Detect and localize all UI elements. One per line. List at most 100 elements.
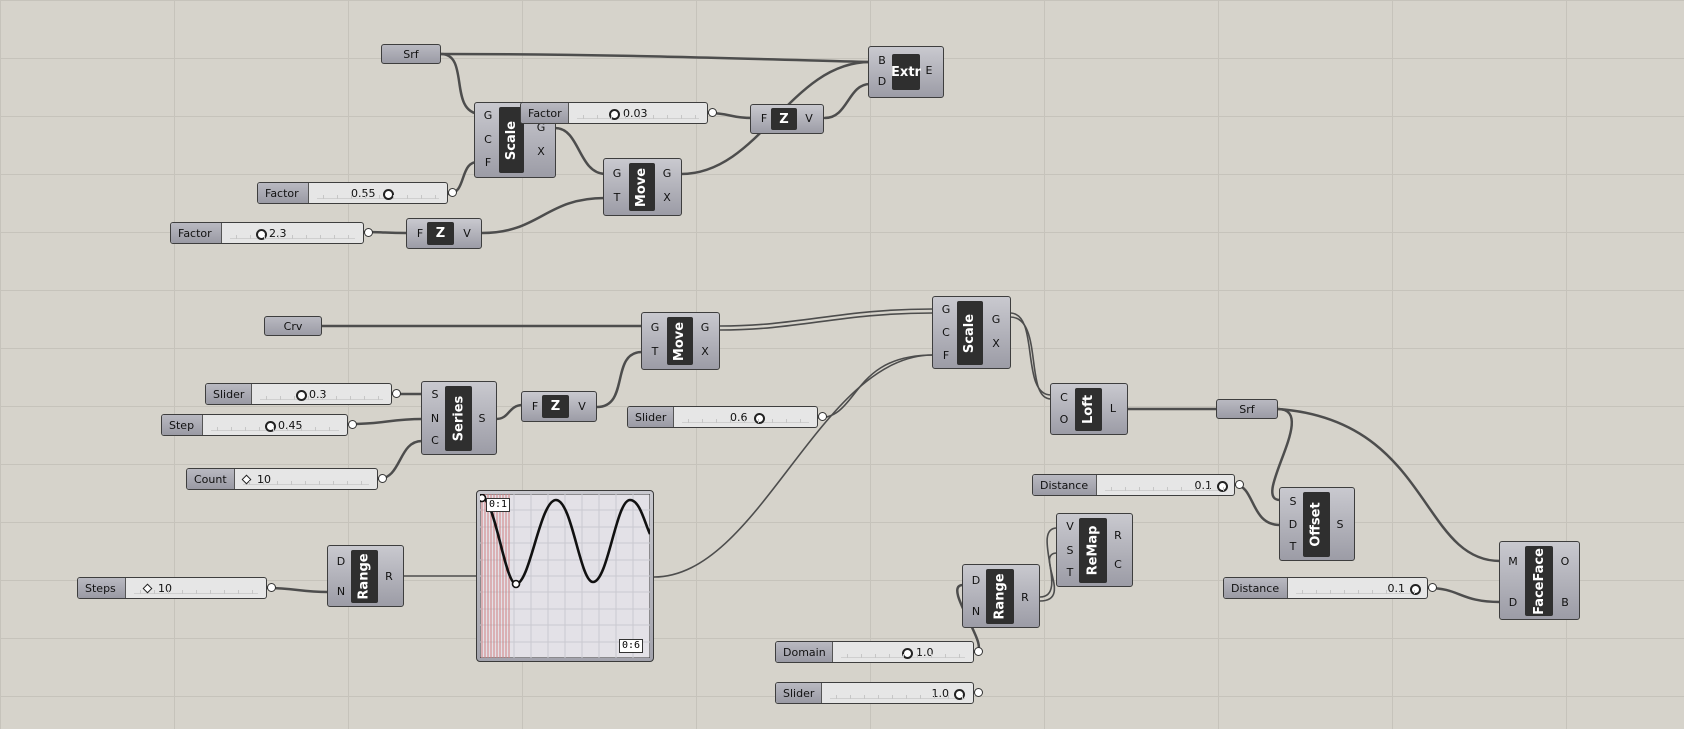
input-n: N [430,412,440,425]
slider-tick [250,235,251,239]
input-t: T [651,345,659,358]
slider-tick [364,396,365,400]
slider-knob[interactable] [954,689,965,700]
input-v: V [1066,520,1074,533]
output-b: B [1561,596,1569,609]
input-t: T [1066,566,1074,579]
crv-param[interactable]: Crv [264,316,322,336]
slider-tick [934,695,935,699]
z-title: Z [771,108,797,130]
output-grip[interactable] [1235,480,1244,489]
wire-ztop-to-extr [823,82,872,120]
slider-tick [1195,487,1196,491]
slider-tick [864,695,865,699]
output-grip[interactable] [348,420,357,429]
move-component-top[interactable]: G T Move G X [603,158,682,216]
remap-component[interactable]: V S T ReMap R C [1056,513,1133,587]
slider-03[interactable]: Slider 0.3 [205,383,401,405]
slider-label: Factor [258,183,309,203]
output-x: X [701,345,709,358]
output-grip[interactable] [267,583,276,592]
slider-tick [245,427,246,431]
slider-tick [249,481,250,485]
range-component-right[interactable]: D N Range R [962,564,1040,628]
srf-param-bottom[interactable]: Srf [1216,399,1278,419]
slider-tick [917,654,918,658]
output-r: R [1114,529,1122,542]
slider-tick [903,654,904,658]
srf-param-top[interactable]: Srf [381,44,441,64]
output-grip[interactable] [974,688,983,697]
wire-step-to-series [350,417,424,426]
slider-tick [744,419,745,423]
slider-tick [277,481,278,485]
slider-knob[interactable] [265,421,276,432]
offset-component[interactable]: S D T Offset S [1279,487,1355,561]
slider-tick [280,396,281,400]
slider-tick [758,419,759,423]
z-component-mid[interactable]: F Z V [406,218,482,249]
steps-slider[interactable]: Steps 10 [77,577,276,599]
slider-10[interactable]: Slider 1.0 [775,682,983,704]
slider-tick [292,235,293,239]
graph-mapper[interactable]: 0:1 0:6 [476,490,654,662]
slider-tick [639,115,640,119]
distance-slider-top[interactable]: Distance 0.1 [1032,474,1244,496]
slider-label: Slider [628,407,674,427]
output-c: C [1114,558,1122,571]
factor-slider-23[interactable]: Factor 2.3 [170,222,373,244]
output-grip[interactable] [1428,583,1437,592]
slider-knob[interactable] [142,583,153,594]
slider-knob[interactable] [1410,584,1421,595]
slider-tick [892,695,893,699]
step-slider[interactable]: Step 0.45 [161,414,357,436]
count-slider[interactable]: Count 10 [186,468,387,490]
domain-slider[interactable]: Domain 1.0 [775,641,983,663]
slider-tick [688,419,689,423]
extr-component[interactable]: B D Extr E [868,46,944,98]
slider-tick [421,195,422,199]
slider-knob[interactable] [754,413,765,424]
slider-knob[interactable] [256,229,267,240]
factor-slider-003[interactable]: Factor 0.03 [520,102,717,124]
slider-tick [196,590,197,594]
output-grip[interactable] [974,647,983,656]
slider-tick [393,195,394,199]
slider-tick [931,654,932,658]
output-grip[interactable] [448,188,457,197]
slider-tick [800,419,801,423]
srf-param-bottom-label: Srf [1239,402,1255,416]
output-grip[interactable] [708,108,717,117]
z-title: Z [427,222,454,245]
slider-06[interactable]: Slider 0.6 [627,406,827,428]
slider-tick [653,115,654,119]
slider-tick [611,115,612,119]
range-component-left[interactable]: D N Range R [327,545,404,607]
wire-layer [265,52,1502,654]
output-v: V [578,400,586,413]
output-grip[interactable] [818,412,827,421]
graph-plot[interactable] [480,494,650,658]
input-m: M [1508,555,1518,568]
input-b: B [878,54,886,67]
scale-component-bottom[interactable]: G C F Scale G X [932,296,1011,369]
output-v: V [463,227,471,240]
output-grip[interactable] [364,228,373,237]
z-component-bottom[interactable]: F Z V [521,391,597,422]
factor-slider-055[interactable]: Factor 0.55 [257,182,457,204]
slider-label: Step [162,415,203,435]
wire-slider06-to-scale [817,354,934,419]
wire-scale-to-move [553,126,607,176]
series-component[interactable]: S N C Series S [421,381,497,455]
slider-label: Factor [521,103,569,123]
input-g: G [941,303,951,316]
z-component-top[interactable]: F Z V [750,104,824,134]
slider-knob[interactable] [296,390,307,401]
faceface-component[interactable]: M D FaceFace O B [1499,541,1580,620]
distance-slider-bottom[interactable]: Distance 0.1 [1223,577,1437,599]
move-component-bottom[interactable]: G T Move G X [641,312,720,370]
output-grip[interactable] [392,389,401,398]
loft-component[interactable]: C O Loft L [1050,383,1128,435]
slider-tick [1125,487,1126,491]
output-grip[interactable] [378,474,387,483]
